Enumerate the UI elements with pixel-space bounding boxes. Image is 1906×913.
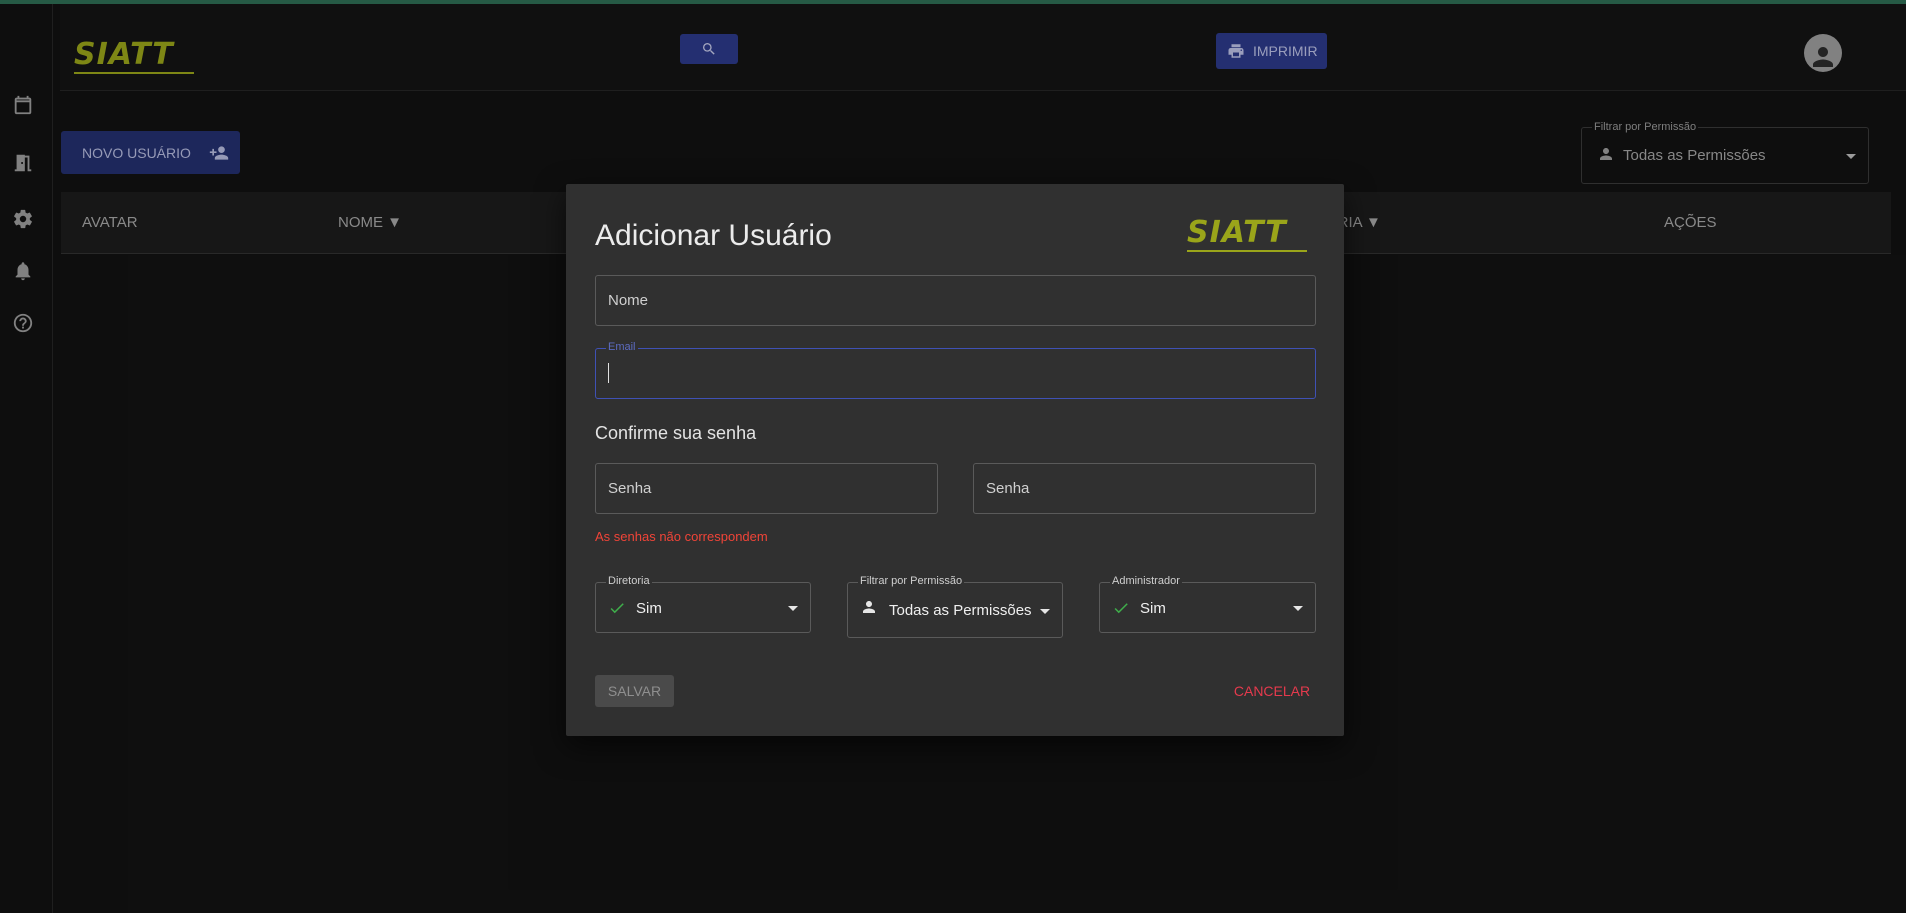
admin-select[interactable]: Administrador Sim — [1099, 575, 1316, 633]
person-icon — [860, 598, 878, 621]
permission-value: Todas as Permissões — [889, 602, 1032, 619]
admin-value: Sim — [1140, 600, 1166, 617]
add-user-dialog: Adicionar Usuário SIATT Email Confirme s… — [566, 184, 1344, 736]
confirm-password-title: Confirme sua senha — [595, 423, 757, 443]
password-mismatch-error: As senhas não correspondem — [595, 529, 768, 544]
diretoria-select[interactable]: Diretoria Sim — [595, 575, 811, 633]
chevron-down-icon — [1040, 609, 1050, 614]
permission-select[interactable]: Filtrar por Permissão Todas as Permissõe… — [847, 575, 1063, 638]
permission-legend: Filtrar por Permissão — [858, 575, 965, 587]
dialog-title: Adicionar Usuário — [595, 219, 832, 252]
siatt-logo: SIATT — [1187, 218, 1307, 252]
email-field[interactable]: Email — [595, 341, 1316, 399]
chevron-down-icon — [788, 606, 798, 611]
text-cursor — [608, 363, 609, 383]
password-confirm-input[interactable] — [974, 464, 1315, 513]
email-legend: Email — [606, 341, 638, 353]
email-input[interactable] — [596, 349, 1315, 398]
password-input[interactable] — [596, 464, 937, 513]
admin-legend: Administrador — [1110, 575, 1182, 587]
name-field[interactable] — [595, 275, 1316, 326]
chevron-down-icon — [1293, 606, 1303, 611]
password-field[interactable] — [595, 463, 938, 514]
diretoria-value: Sim — [636, 600, 662, 617]
diretoria-legend: Diretoria — [606, 575, 652, 587]
name-input[interactable] — [596, 276, 1315, 325]
check-icon — [608, 599, 626, 622]
check-icon — [1112, 599, 1130, 622]
password-confirm-field[interactable] — [973, 463, 1316, 514]
save-button[interactable]: SALVAR — [595, 675, 674, 707]
cancel-button[interactable]: CANCELAR — [1230, 675, 1314, 707]
